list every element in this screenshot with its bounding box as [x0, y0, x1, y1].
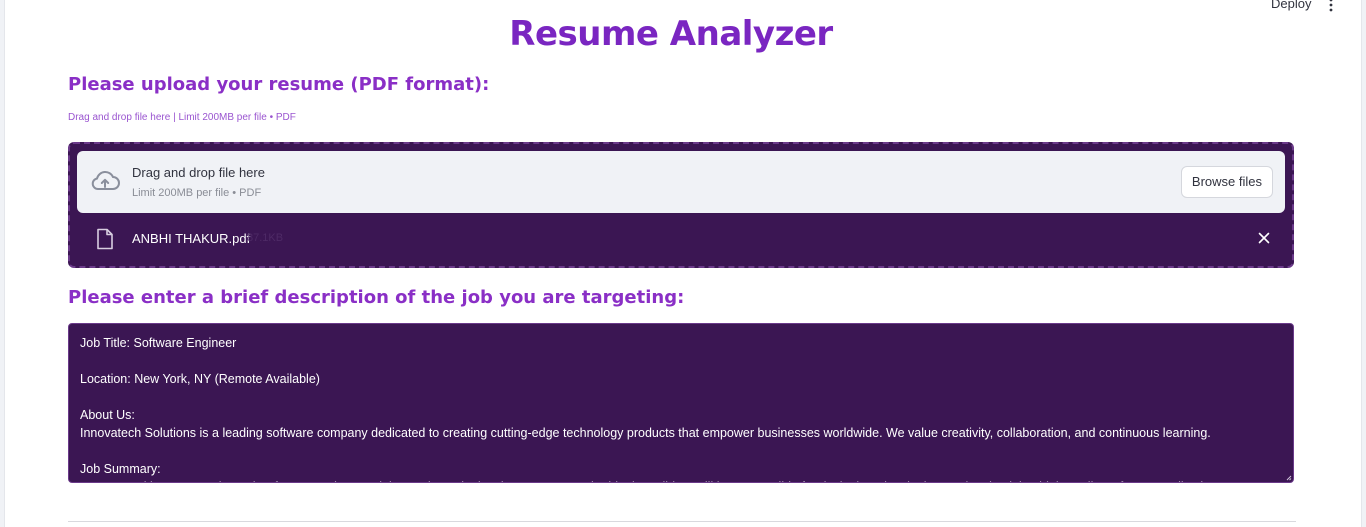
left-sidebar-edge: [0, 0, 5, 527]
job-description-heading: Please enter a brief description of the …: [68, 287, 685, 308]
browse-files-button[interactable]: Browse files: [1180, 166, 1273, 198]
uploaded-file-name: ANBHI THAKUR.pdf: [132, 231, 251, 246]
deploy-button[interactable]: Deploy: [1271, 0, 1311, 11]
upload-hint: Drag and drop file here | Limit 200MB pe…: [68, 112, 296, 123]
right-scrollbar-track[interactable]: [1361, 0, 1366, 527]
uploaded-file-size: 87.1KB: [247, 232, 284, 244]
divider: [68, 521, 1296, 522]
job-description-textarea[interactable]: Job Title: Software Engineer Location: N…: [68, 323, 1294, 483]
file-uploader: Drag and drop file here Limit 200MB per …: [68, 142, 1294, 268]
dropzone-subtitle: Limit 200MB per file • PDF: [132, 187, 262, 199]
vertical-ellipsis-icon[interactable]: [1322, 0, 1340, 14]
resize-handle-icon[interactable]: [1286, 475, 1292, 481]
file-dropzone[interactable]: Drag and drop file here Limit 200MB per …: [77, 151, 1285, 213]
file-icon: [97, 228, 113, 250]
upload-heading: Please upload your resume (PDF format):: [68, 74, 490, 95]
job-description-text[interactable]: Job Title: Software Engineer Location: N…: [80, 334, 1287, 482]
dropzone-title: Drag and drop file here: [132, 165, 265, 180]
cloud-upload-icon: [91, 171, 120, 190]
uploaded-file-row: ANBHI THAKUR.pdf 87.1KB: [70, 224, 1292, 254]
page-title: Resume Analyzer: [509, 14, 833, 54]
close-icon[interactable]: [1256, 230, 1272, 246]
